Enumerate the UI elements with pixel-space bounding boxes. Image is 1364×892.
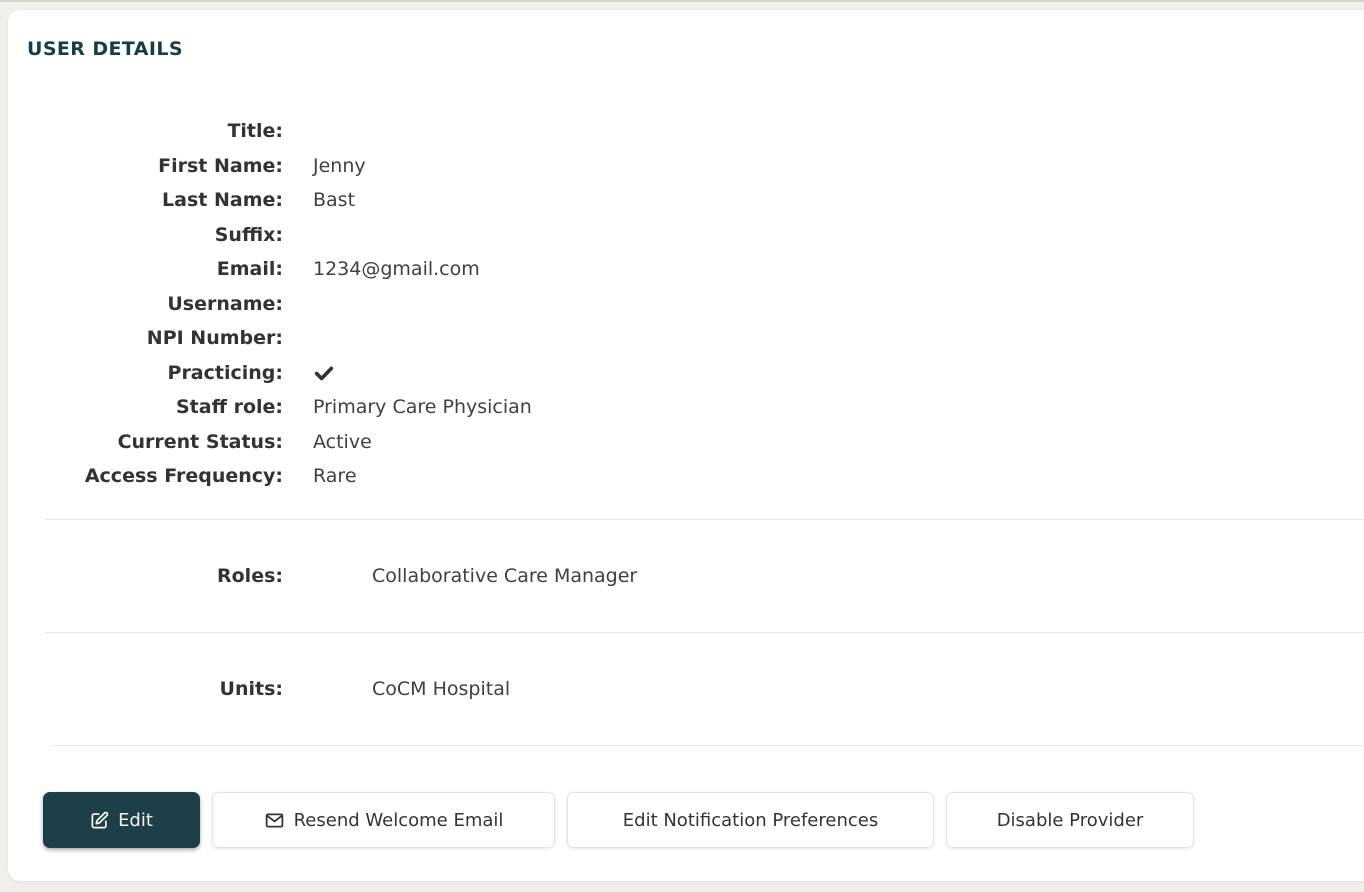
detail-row-npi-number: NPI Number: (8, 321, 1364, 356)
units-section: Units: CoCM Hospital (8, 632, 1364, 745)
edit-button[interactable]: Edit (43, 792, 200, 848)
detail-row-username: Username: (8, 287, 1364, 322)
field-label: Practicing: (8, 362, 283, 384)
page-title: USER DETAILS (27, 38, 183, 60)
field-value: Active (313, 431, 372, 453)
envelope-icon (264, 810, 285, 831)
detail-row-last-name: Last Name: Bast (8, 183, 1364, 218)
field-label: Staff role: (8, 396, 283, 418)
detail-row-title: Title: (8, 114, 1364, 149)
field-label: Current Status: (8, 431, 283, 453)
resend-welcome-email-button[interactable]: Resend Welcome Email (212, 792, 555, 848)
units-label: Units: (8, 678, 283, 700)
field-label: NPI Number: (8, 327, 283, 349)
edit-notification-preferences-button[interactable]: Edit Notification Preferences (567, 792, 934, 848)
edit-icon (90, 811, 109, 830)
field-label: First Name: (8, 155, 283, 177)
edit-button-label: Edit (118, 810, 153, 831)
field-label: Last Name: (8, 189, 283, 211)
action-button-bar: Edit Resend Welcome Email Edit Notificat… (43, 792, 1194, 848)
disable-button-label: Disable Provider (997, 810, 1144, 831)
field-value: 1234@gmail.com (313, 258, 480, 280)
roles-value: Collaborative Care Manager (372, 565, 637, 587)
field-label: Title: (8, 120, 283, 142)
field-value: Primary Care Physician (313, 396, 532, 418)
roles-section: Roles: Collaborative Care Manager (8, 519, 1364, 632)
field-value: Jenny (313, 155, 366, 177)
field-label: Access Frequency: (8, 465, 283, 487)
field-label: Username: (8, 293, 283, 315)
detail-row-staff-role: Staff role: Primary Care Physician (8, 390, 1364, 425)
field-label: Suffix: (8, 224, 283, 246)
detail-row-suffix: Suffix: (8, 218, 1364, 253)
field-value: Rare (313, 465, 357, 487)
roles-label: Roles: (8, 565, 283, 587)
page-top-edge (0, 0, 1364, 2)
disable-provider-button[interactable]: Disable Provider (946, 792, 1194, 848)
field-value: Bast (313, 189, 355, 211)
detail-row-email: Email: 1234@gmail.com (8, 252, 1364, 287)
detail-row-current-status: Current Status: Active (8, 425, 1364, 460)
user-details-list: Title: First Name: Jenny Last Name: Bast… (8, 114, 1364, 494)
field-label: Email: (8, 258, 283, 280)
detail-row-first-name: First Name: Jenny (8, 149, 1364, 184)
check-icon (313, 362, 335, 384)
units-value: CoCM Hospital (372, 678, 510, 700)
notifications-button-label: Edit Notification Preferences (623, 810, 878, 831)
user-details-card: USER DETAILS Title: First Name: Jenny La… (8, 10, 1364, 881)
detail-row-practicing: Practicing: (8, 356, 1364, 391)
resend-button-label: Resend Welcome Email (294, 810, 504, 831)
detail-row-access-frequency: Access Frequency: Rare (8, 459, 1364, 494)
